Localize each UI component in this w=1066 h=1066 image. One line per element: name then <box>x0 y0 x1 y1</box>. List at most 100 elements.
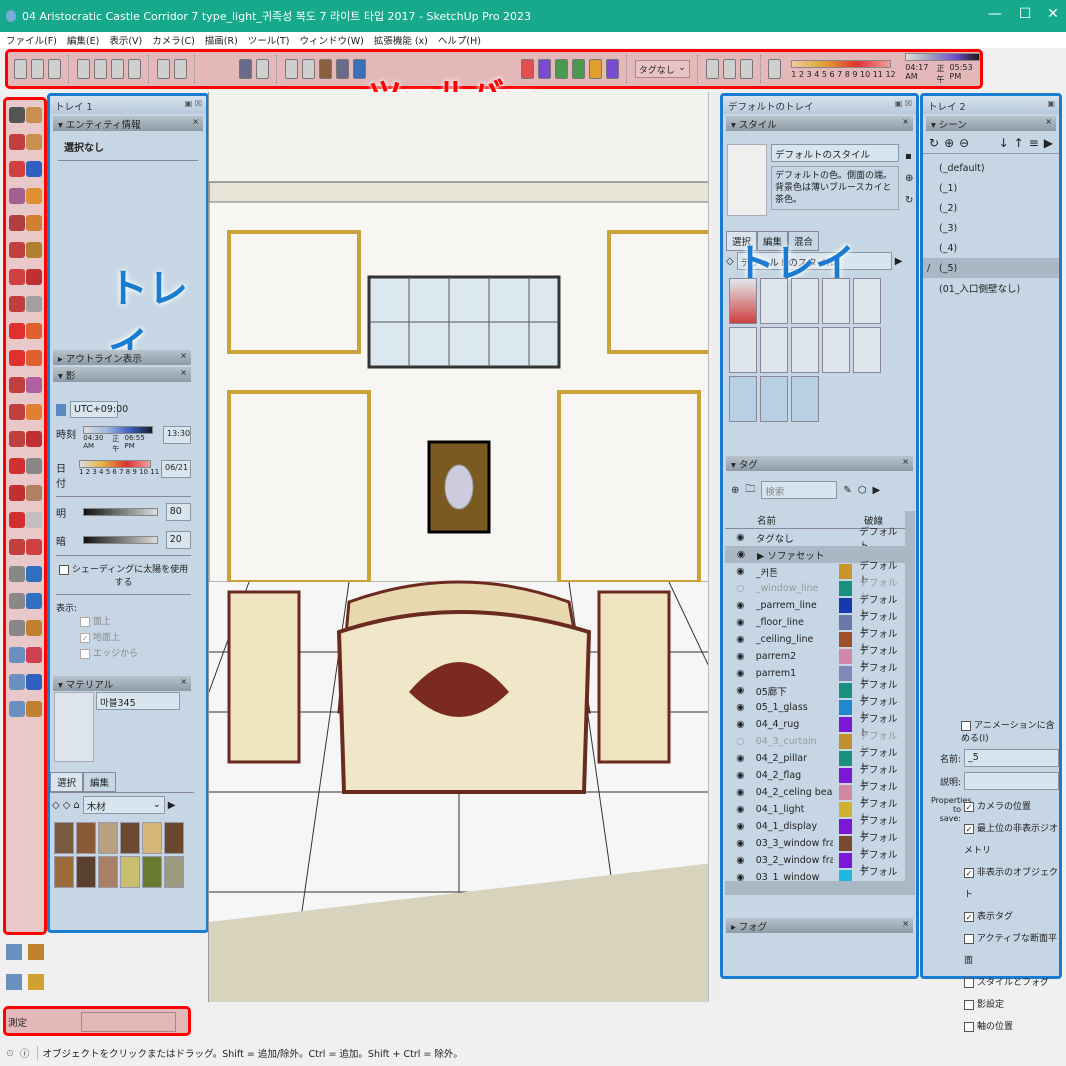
tag-list-icon[interactable] <box>722 59 736 79</box>
make-component-icon[interactable] <box>26 107 42 123</box>
cut-icon[interactable] <box>76 59 90 79</box>
property-checkbox[interactable]: アクティブな断面平面 <box>964 928 1059 972</box>
tag-color[interactable] <box>839 666 853 681</box>
scene-name-field[interactable]: _5 <box>964 749 1059 767</box>
freehand-icon[interactable] <box>26 161 42 177</box>
delete-icon[interactable] <box>127 59 141 79</box>
section-fill-icon[interactable] <box>6 944 22 960</box>
tag-color[interactable] <box>839 649 853 664</box>
maximize-button[interactable]: ☐ <box>1010 6 1040 22</box>
intersect-icon[interactable] <box>26 296 42 312</box>
tag-color[interactable] <box>839 700 853 715</box>
eye-icon[interactable]: ◉ <box>725 787 756 798</box>
style-thumbnail[interactable] <box>853 327 881 373</box>
rectangle-icon[interactable] <box>9 215 25 231</box>
property-checkbox[interactable]: ✓ 表示タグ <box>964 906 1059 928</box>
eye-icon[interactable]: ◉ <box>725 532 756 543</box>
display-section-icon[interactable] <box>6 974 22 990</box>
on-faces-checkbox[interactable]: 面上 <box>80 614 191 630</box>
scene-item[interactable]: (_default) <box>923 158 1059 178</box>
shape-icon[interactable] <box>26 188 42 204</box>
timezone-select[interactable]: UTC+09:00 <box>70 401 128 418</box>
rotated-rect-icon[interactable] <box>26 215 42 231</box>
view-options-icon[interactable]: ≡ <box>1029 136 1039 150</box>
section-plane-icon[interactable] <box>26 512 42 528</box>
rotate-icon[interactable] <box>9 350 25 366</box>
scenes-header[interactable]: ▾ シーン × <box>926 116 1056 131</box>
tag-row[interactable]: ◉タグなしデフォルト <box>725 527 905 552</box>
help-icon[interactable] <box>606 59 620 79</box>
subtract-icon[interactable] <box>26 377 42 393</box>
library-select[interactable]: 木材 ⌄ <box>82 796 165 814</box>
style-thumbnail[interactable] <box>791 278 819 324</box>
material-swatch[interactable] <box>142 856 162 888</box>
material-swatch[interactable] <box>120 856 140 888</box>
menu-file[interactable]: ファイル(F) <box>6 33 57 47</box>
xray-style-icon[interactable] <box>239 59 253 79</box>
time-slider[interactable]: 04:30 AM 正午 06:55 PM <box>83 426 153 454</box>
hidden-icon[interactable]: ○ <box>725 736 756 747</box>
time-slider[interactable]: 04:17 AM 正午 05:53 PM <box>905 53 981 85</box>
shadows-header[interactable]: ▾ 影 × <box>53 367 191 382</box>
close-icon[interactable]: × <box>902 919 909 928</box>
paint-bucket-icon[interactable] <box>26 134 42 150</box>
tag-tool-icon[interactable] <box>705 59 719 79</box>
scene-item[interactable]: (01_入口側壁なし) <box>923 278 1059 298</box>
use-sun-checkbox[interactable]: シェーディングに太陽を使用する <box>56 562 191 588</box>
wireframe-icon[interactable] <box>285 59 299 79</box>
pin-close-buttons[interactable]: ▣ ☒ <box>185 99 202 108</box>
dimension-icon[interactable] <box>26 458 42 474</box>
circle-icon[interactable] <box>9 242 25 258</box>
tag-color[interactable] <box>839 632 853 647</box>
info-icon[interactable]: ⓘ <box>20 1046 30 1060</box>
arc-icon[interactable] <box>9 188 25 204</box>
styles-header[interactable]: ▾ スタイル × <box>726 116 913 131</box>
pencil-icon[interactable]: ✎ <box>843 485 851 496</box>
style-thumbnail[interactable] <box>729 327 757 373</box>
component-icon[interactable] <box>9 647 25 663</box>
eye-icon[interactable]: ◉ <box>725 651 756 662</box>
upload-icon[interactable] <box>537 59 551 79</box>
tag-color[interactable] <box>839 717 853 732</box>
dark-slider[interactable] <box>82 536 158 544</box>
tags-hscrollbar[interactable] <box>725 881 915 895</box>
pan-icon[interactable] <box>9 512 25 528</box>
shadow-toggle-icon[interactable] <box>768 59 782 79</box>
flip-icon[interactable] <box>9 404 25 420</box>
shaded-textures-icon[interactable] <box>336 59 350 79</box>
menu-tools[interactable]: ツール(T) <box>248 33 290 47</box>
scene-description-field[interactable] <box>964 772 1059 790</box>
style-thumbnail[interactable] <box>853 278 881 324</box>
ruby-icon[interactable] <box>589 59 603 79</box>
material-swatch[interactable] <box>54 822 74 854</box>
close-icon[interactable]: × <box>180 677 187 686</box>
eye-icon[interactable]: ◉ <box>725 855 756 866</box>
tab-edit[interactable]: 編集 <box>83 772 117 792</box>
dark-input[interactable]: 20 <box>165 531 191 549</box>
style-thumbnail[interactable] <box>760 278 788 324</box>
polygon-icon[interactable] <box>26 242 42 258</box>
eye-icon[interactable]: ◉ <box>725 600 756 611</box>
remove-scene-icon[interactable]: ⊖ <box>959 136 969 150</box>
tags-header[interactable]: ▾ タグ × <box>726 456 913 471</box>
pin-close-buttons[interactable]: ▣ <box>1047 99 1055 108</box>
col-name[interactable]: 名前 <box>757 513 832 527</box>
follow-me-icon[interactable] <box>26 269 42 285</box>
add-scene-icon[interactable]: ⊕ <box>944 136 954 150</box>
trim-icon[interactable] <box>26 404 42 420</box>
stamp-icon[interactable] <box>26 593 42 609</box>
sandbox-from-contours-icon[interactable] <box>28 944 44 960</box>
position-camera-icon[interactable] <box>9 593 25 609</box>
tag-color[interactable] <box>839 785 853 800</box>
eye-icon[interactable]: ◉ <box>725 804 756 815</box>
group-icon[interactable] <box>9 674 25 690</box>
hidden-icon[interactable]: ○ <box>725 583 756 594</box>
tag-color[interactable] <box>839 615 853 630</box>
close-icon[interactable]: × <box>180 351 187 360</box>
time-input[interactable]: 13:30 <box>163 426 191 444</box>
eye-icon[interactable]: ◉ <box>725 838 756 849</box>
tag-color[interactable] <box>839 836 853 851</box>
split-icon[interactable] <box>26 431 42 447</box>
union-icon[interactable] <box>26 350 42 366</box>
scene-item[interactable]: / (_5) <box>923 258 1059 278</box>
